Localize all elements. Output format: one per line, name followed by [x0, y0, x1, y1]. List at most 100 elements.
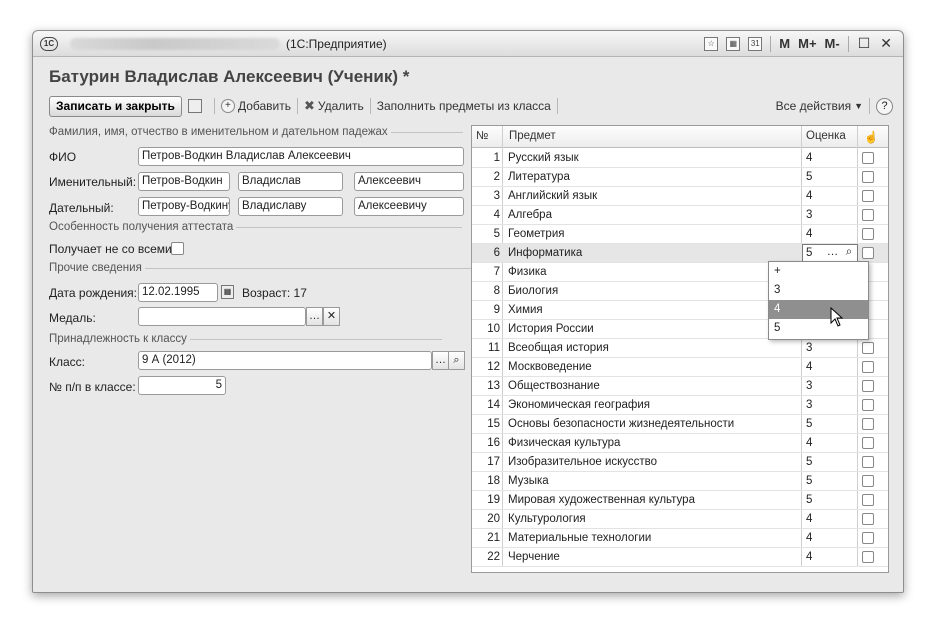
row-grade[interactable]: 5	[806, 456, 812, 468]
medal-select-button[interactable]: …	[306, 307, 323, 326]
add-button[interactable]: + Добавить	[220, 99, 291, 113]
row-checkbox[interactable]	[862, 551, 874, 563]
table-row[interactable]: 20 Культурология 4	[472, 510, 888, 529]
calendar-icon[interactable]: 31	[748, 36, 763, 51]
dative-surname-field[interactable]: Петрову-Водкину	[138, 197, 230, 216]
memory-plus-button[interactable]: M+	[798, 36, 816, 51]
all-actions-menu[interactable]: Все действия ▼	[776, 98, 876, 114]
grade-option[interactable]: 5	[769, 319, 868, 338]
row-grade[interactable]: 3	[806, 399, 812, 411]
row-grade[interactable]: 4	[806, 437, 812, 449]
not-from-all-checkbox[interactable]	[171, 242, 184, 255]
dative-patronymic-field[interactable]: Алексеевичу	[354, 197, 464, 216]
dative-name-field[interactable]: Владиславу	[238, 197, 343, 216]
nominative-patronymic-field[interactable]: Алексеевич	[354, 172, 464, 191]
delete-label: Удалить	[317, 99, 364, 113]
table-row[interactable]: 4 Алгебра 3	[472, 206, 888, 225]
class-number-field[interactable]: 5	[138, 376, 226, 395]
calculator-icon[interactable]: ▦	[726, 36, 741, 51]
class-field[interactable]: 9 А (2012)	[138, 351, 432, 370]
row-checkbox[interactable]	[862, 209, 874, 221]
save-icon[interactable]	[187, 99, 202, 113]
grade-option-highlighted[interactable]: 4	[769, 300, 868, 319]
fio-field[interactable]: Петров-Водкин Владислав Алексеевич	[138, 147, 464, 166]
table-row[interactable]: 12 Москвоведение 4	[472, 358, 888, 377]
row-checkbox[interactable]	[862, 152, 874, 164]
table-bottom	[471, 574, 889, 580]
row-number: 10	[487, 323, 500, 335]
memory-button[interactable]: M	[779, 36, 790, 51]
row-grade[interactable]: 3	[806, 380, 812, 392]
nominative-surname-field[interactable]: Петров-Водкин	[138, 172, 230, 191]
nominative-name-field[interactable]: Владислав	[238, 172, 343, 191]
class-select-button[interactable]: …	[432, 351, 449, 370]
row-grade[interactable]: 5	[806, 171, 812, 183]
row-number: 22	[487, 551, 500, 563]
grade-option[interactable]: 3	[769, 281, 868, 300]
row-checkbox[interactable]	[862, 475, 874, 487]
fill-subjects-button[interactable]: Заполнить предметы из класса	[377, 99, 551, 113]
row-grade[interactable]: 4	[806, 152, 812, 164]
table-row[interactable]: 1 Русский язык 4	[472, 149, 888, 168]
table-row[interactable]: 13 Обществознание 3	[472, 377, 888, 396]
table-row[interactable]: 5 Геометрия 4	[472, 225, 888, 244]
row-checkbox[interactable]	[862, 456, 874, 468]
row-checkbox[interactable]	[862, 532, 874, 544]
row-checkbox[interactable]	[862, 437, 874, 449]
table-row[interactable]: 15 Основы безопасности жизнедеятельности 5	[472, 415, 888, 434]
row-checkbox[interactable]	[862, 342, 874, 354]
row-grade[interactable]: 4	[806, 532, 812, 544]
row-checkbox[interactable]	[862, 361, 874, 373]
row-grade[interactable]: 4	[806, 513, 812, 525]
separator	[869, 98, 870, 114]
row-grade[interactable]: 3	[806, 342, 812, 354]
table-row[interactable]: 19 Мировая художественная культура 5	[472, 491, 888, 510]
help-icon[interactable]: ?	[876, 97, 893, 115]
table-row[interactable]: 22 Черчение 4	[472, 548, 888, 567]
row-checkbox[interactable]	[862, 190, 874, 202]
grade-search-icon[interactable]: ⌕	[842, 246, 856, 259]
row-checkbox[interactable]	[862, 399, 874, 411]
row-grade[interactable]: 5	[806, 475, 812, 487]
row-grade[interactable]: 5	[806, 494, 812, 506]
row-checkbox[interactable]	[862, 228, 874, 240]
memory-minus-button[interactable]: M-	[825, 36, 840, 51]
header-subject[interactable]: Предмет	[509, 130, 556, 142]
row-grade[interactable]: 4	[806, 228, 812, 240]
table-row[interactable]: 16 Физическая культура 4	[472, 434, 888, 453]
row-grade[interactable]: 4	[806, 190, 812, 202]
save-close-button[interactable]: Записать и закрыть	[49, 95, 182, 117]
row-grade[interactable]: 5	[806, 418, 812, 430]
grade-option[interactable]: +	[769, 262, 868, 281]
row-checkbox[interactable]	[862, 513, 874, 525]
header-num[interactable]: №	[476, 130, 488, 142]
close-icon[interactable]: ✕	[880, 35, 892, 52]
row-checkbox[interactable]	[862, 171, 874, 183]
row-checkbox[interactable]	[862, 380, 874, 392]
medal-field[interactable]	[138, 307, 306, 326]
grade-select-button[interactable]: …	[825, 246, 840, 258]
maximize-icon[interactable]: ☐	[858, 35, 871, 52]
mouse-cursor-icon	[830, 307, 844, 327]
row-checkbox[interactable]	[862, 247, 874, 259]
class-open-search-icon[interactable]: ⌕	[448, 351, 465, 370]
delete-button[interactable]: ✖ Удалить	[304, 98, 364, 114]
table-row[interactable]: 18 Музыка 5	[472, 472, 888, 491]
row-checkbox[interactable]	[862, 418, 874, 430]
favorites-icon[interactable]: ☆	[704, 36, 719, 51]
calendar-icon[interactable]: ▦	[221, 285, 234, 299]
header-mark-icon[interactable]: ☝	[864, 130, 878, 144]
row-grade[interactable]: 4	[806, 361, 812, 373]
table-row[interactable]: 14 Экономическая география 3	[472, 396, 888, 415]
medal-clear-icon[interactable]: ✕	[323, 307, 340, 326]
row-grade[interactable]: 4	[806, 551, 812, 563]
table-row[interactable]: 11 Всеобщая история 3	[472, 339, 888, 358]
row-grade[interactable]: 3	[806, 209, 812, 221]
table-row[interactable]: 21 Материальные технологии 4	[472, 529, 888, 548]
birth-date-field[interactable]: 12.02.1995	[138, 283, 218, 302]
row-checkbox[interactable]	[862, 494, 874, 506]
header-grade[interactable]: Оценка	[806, 130, 846, 142]
table-row[interactable]: 2 Литература 5	[472, 168, 888, 187]
table-row[interactable]: 17 Изобразительное искусство 5	[472, 453, 888, 472]
table-row[interactable]: 3 Английский язык 4	[472, 187, 888, 206]
